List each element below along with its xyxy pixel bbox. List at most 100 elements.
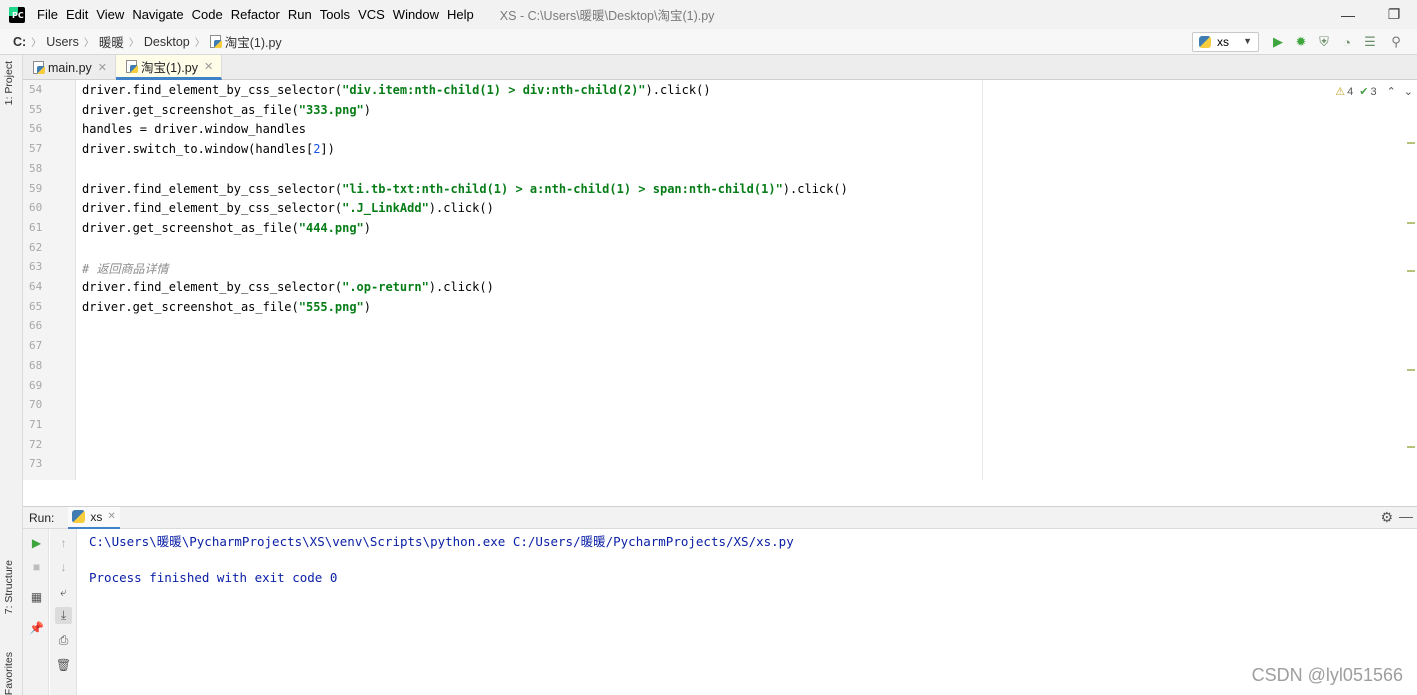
run-icon[interactable]: ▶	[1270, 34, 1286, 50]
rerun-icon[interactable]: ▶	[28, 534, 45, 551]
debug-icon[interactable]: ✹	[1293, 34, 1309, 50]
line-number-gutter: 54 55 56 57 58 59 60 61 62 63 64 65 66 67 68 69 70 71 72 73	[23, 80, 76, 480]
menu-window[interactable]: Window	[389, 7, 443, 22]
close-icon[interactable]: ✕	[204, 60, 213, 73]
code-line[interactable]: driver.get_screenshot_as_file("444.png")	[82, 221, 371, 235]
menu-view[interactable]: View	[92, 7, 128, 22]
python-icon	[72, 510, 86, 523]
right-margin-guide	[982, 80, 983, 480]
error-stripe-mark[interactable]	[1407, 270, 1415, 272]
chevron-up-icon[interactable]: ⌃	[1387, 85, 1396, 98]
line-number: 71	[29, 417, 43, 431]
python-icon	[1199, 36, 1211, 48]
menu-vcs[interactable]: VCS	[354, 7, 389, 22]
line-number: 70	[29, 398, 43, 412]
code-line[interactable]: driver.find_element_by_css_selector(".op…	[82, 280, 494, 294]
line-number: 55	[29, 102, 43, 116]
up-arrow-icon[interactable]: ↑	[55, 534, 72, 551]
coverage-icon[interactable]: ⛨	[1316, 34, 1332, 50]
menu-refactor[interactable]: Refactor	[227, 7, 284, 22]
code-line[interactable]: driver.get_screenshot_as_file("555.png")	[82, 300, 371, 314]
layout-icon[interactable]: ▦	[28, 588, 45, 605]
editor-tab-bar: main.py ✕ 淘宝(1).py ✕	[23, 55, 1417, 80]
line-number: 72	[29, 437, 43, 451]
down-arrow-icon[interactable]: ↓	[55, 558, 72, 575]
window-controls: — ❐	[1325, 0, 1417, 29]
code-line[interactable]: driver.find_element_by_css_selector("div…	[82, 83, 711, 97]
window-title: XS - C:\Users\暖暖\Desktop\淘宝(1).py	[499, 9, 715, 23]
line-number: 58	[29, 161, 43, 175]
tab-main-py[interactable]: main.py ✕	[23, 55, 116, 80]
breadcrumb-users[interactable]: Users	[46, 35, 79, 49]
menu-navigate[interactable]: Navigate	[128, 7, 187, 22]
menu-run[interactable]: Run	[284, 7, 316, 22]
code-line[interactable]: # 返回商品详情	[82, 260, 168, 277]
gear-icon[interactable]: ⚙	[1380, 509, 1393, 526]
tab-taobao-py[interactable]: 淘宝(1).py ✕	[116, 55, 223, 80]
watermark: CSDN @lyl051566	[1251, 665, 1403, 685]
run-configuration-select[interactable]: xs ▼	[1192, 32, 1259, 52]
pycharm-logo-icon	[9, 6, 25, 23]
line-number: 56	[29, 122, 43, 136]
line-number: 73	[29, 457, 43, 471]
breadcrumb-file[interactable]: 淘宝(1).py	[225, 32, 282, 51]
line-number: 67	[29, 339, 43, 353]
inspection-widget[interactable]: ⚠ 4 ✔ 3 ⌃ ⌄	[1335, 85, 1417, 99]
breadcrumb-desktop[interactable]: Desktop	[144, 35, 190, 49]
run-tab-xs[interactable]: xs ✕	[68, 506, 120, 529]
chevron-down-icon: ▼	[1243, 36, 1252, 46]
chevron-right-icon: 〉	[128, 38, 139, 49]
code-line[interactable]: driver.find_element_by_css_selector(".J_…	[82, 201, 494, 215]
code-line[interactable]: driver.switch_to.window(handles[2])	[82, 142, 335, 156]
soft-wrap-icon[interactable]: ⤶	[55, 584, 72, 601]
pin-icon[interactable]: 📌	[28, 619, 45, 636]
search-icon[interactable]: ⚲	[1388, 34, 1404, 50]
breadcrumb-drive[interactable]: C:	[13, 35, 26, 49]
line-number: 59	[29, 181, 43, 195]
run-toolbar-secondary: ↑ ↓ ⤶ ⤓ ⎙ 🗑	[50, 529, 77, 695]
profile-icon[interactable]: ◔	[1339, 34, 1355, 50]
run-tool-window: Run: xs ✕ ⚙ — ▶ ■ ▦ 📌 ↑ ↓ ⤶ ⤓ ⎙ 🗑 C:\Use…	[23, 506, 1417, 695]
menu-edit[interactable]: Edit	[62, 7, 92, 22]
run-label: Run:	[29, 510, 55, 525]
print-icon[interactable]: ⎙	[55, 632, 72, 649]
close-icon[interactable]: ✕	[98, 61, 107, 74]
restore-button[interactable]: ❐	[1371, 0, 1417, 29]
line-number: 60	[29, 201, 43, 215]
close-icon[interactable]: ✕	[107, 511, 115, 522]
code-editor[interactable]: 54 55 56 57 58 59 60 61 62 63 64 65 66 67 68 69 70 71 72 73…	[23, 80, 1417, 480]
error-stripe-mark[interactable]	[1407, 369, 1415, 371]
chevron-down-icon[interactable]: ⌄	[1404, 85, 1413, 98]
menu-tools[interactable]: Tools	[316, 7, 354, 22]
line-number: 61	[29, 220, 43, 234]
console-line: C:\Users\暖暖\PycharmProjects\XS\venv\Scri…	[89, 534, 794, 549]
menu-help[interactable]: Help	[443, 7, 478, 22]
error-stripe-mark[interactable]	[1407, 222, 1415, 224]
scroll-to-end-icon[interactable]: ⤓	[55, 607, 72, 624]
weak-warning-count: 3	[1370, 85, 1377, 98]
warning-icon: ⚠	[1335, 86, 1346, 98]
project-tool-tab[interactable]: 1: Project	[3, 61, 15, 105]
line-number: 65	[29, 299, 43, 313]
error-stripe-mark[interactable]	[1407, 142, 1415, 144]
menu-file[interactable]: File	[33, 7, 62, 22]
console-line: Process finished with exit code 0	[89, 570, 338, 585]
code-line[interactable]: driver.find_element_by_css_selector("li.…	[82, 182, 848, 196]
structure-tool-tab[interactable]: 7: Structure	[3, 560, 15, 614]
error-stripe-mark[interactable]	[1407, 446, 1415, 448]
trash-icon[interactable]: 🗑	[55, 656, 72, 673]
python-file-icon	[209, 35, 222, 48]
line-number: 62	[29, 240, 43, 254]
line-number: 68	[29, 358, 43, 372]
minimize-button[interactable]: —	[1325, 0, 1371, 29]
build-icon[interactable]: ☰	[1362, 34, 1378, 50]
stop-icon[interactable]: ■	[28, 558, 45, 575]
breadcrumb-user-folder[interactable]: 暖暖	[99, 32, 124, 51]
code-line[interactable]: driver.get_screenshot_as_file("333.png")	[82, 103, 371, 117]
hide-icon[interactable]: —	[1399, 508, 1413, 524]
menu-code[interactable]: Code	[188, 7, 227, 22]
favorites-tool-tab[interactable]: Favorites	[3, 652, 15, 695]
code-line[interactable]: handles = driver.window_handles	[82, 122, 306, 136]
left-tool-strip: 1: Project 7: Structure Favorites	[0, 55, 23, 695]
line-number: 69	[29, 378, 43, 392]
